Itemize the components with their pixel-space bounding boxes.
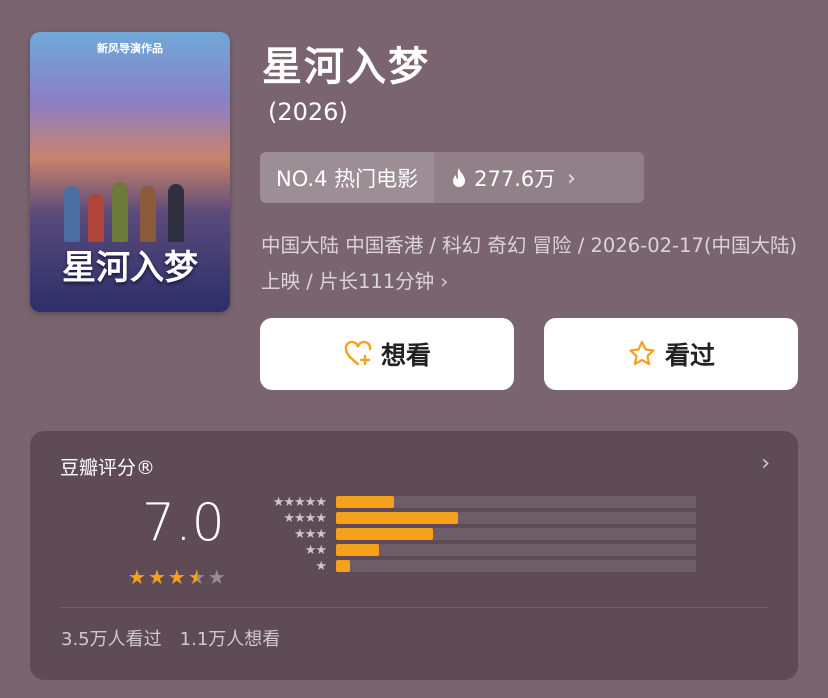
divider <box>60 607 768 608</box>
want-to-watch-button[interactable]: 想看 <box>260 318 514 390</box>
chevron-right-icon: › <box>567 165 576 190</box>
bar-track <box>336 496 696 508</box>
rating-star: ★ <box>128 565 146 589</box>
bar-track <box>336 544 696 556</box>
bar-track <box>336 560 696 572</box>
rating-star: ★ <box>167 565 186 589</box>
rating-bar-row: ★ <box>256 558 696 574</box>
rank-label: NO.4 热门电影 <box>260 152 435 203</box>
movie-title: 星河入梦 <box>262 44 430 90</box>
heat-indicator: 277.6万 › <box>434 163 592 193</box>
meta-text: 中国大陆 中国香港 / 科幻 奇幻 冒险 / 2026-02-17(中国大陆) … <box>261 234 798 293</box>
flame-icon <box>453 167 466 187</box>
poster-tagline: 新风导演作品 <box>97 42 163 55</box>
movie-meta[interactable]: 中国大陆 中国香港 / 科幻 奇幻 冒险 / 2026-02-17(中国大陆) … <box>261 228 801 300</box>
chevron-right-icon: › <box>761 451 770 476</box>
rating-star: ★ <box>207 565 226 589</box>
want-count: 1.1万人想看 <box>179 629 281 650</box>
bar-star-label: ★★ <box>304 542 327 558</box>
rating-stars: ★ ★ ★ ★ ★ <box>128 565 226 589</box>
bar-star-label: ★★★ <box>294 526 327 542</box>
ranking-pill[interactable]: NO.4 热门电影 277.6万 › <box>260 152 644 203</box>
movie-poster[interactable]: 新风导演作品 星河入梦 <box>30 32 230 312</box>
bar-track <box>336 528 696 540</box>
bar-fill <box>336 512 459 524</box>
bar-fill <box>336 560 351 572</box>
rating-card[interactable]: 豆瓣评分® › 7.0 ★ ★ ★ ★ ★ ★★★★★ ★★★★ ★★★ ★★ ★ 3.5万人看… <box>30 431 798 680</box>
rating-score: 7.0 <box>142 493 225 553</box>
movie-year: (2026) <box>268 98 348 126</box>
rating-bar-row: ★★★ <box>256 526 696 542</box>
bar-fill <box>336 544 380 556</box>
heat-value: 277.6万 <box>474 166 556 191</box>
rating-star: ★ <box>187 565 206 589</box>
rating-bar-row: ★★★★ <box>256 510 696 526</box>
watched-button[interactable]: 看过 <box>544 318 798 390</box>
rating-heading: 豆瓣评分® <box>60 457 156 479</box>
bar-star-label: ★★★★ <box>283 510 327 526</box>
rating-bar-row: ★★ <box>256 542 696 558</box>
rating-bar-row: ★★★★★ <box>256 494 696 510</box>
poster-characters <box>60 172 200 242</box>
chevron-right-icon: › <box>440 270 449 293</box>
poster-title: 星河入梦 <box>62 248 198 288</box>
bar-star-label: ★ <box>315 558 327 574</box>
bar-track <box>336 512 696 524</box>
star-icon <box>629 340 655 366</box>
want-label: 想看 <box>380 341 431 370</box>
seen-label: 看过 <box>664 341 715 370</box>
seen-count: 3.5万人看过 <box>61 629 162 650</box>
bar-fill <box>336 496 394 508</box>
bar-fill <box>336 528 434 540</box>
rating-star: ★ <box>147 565 166 589</box>
bar-star-label: ★★★★★ <box>272 494 327 510</box>
rating-footer: 3.5万人看过 1.1万人想看 <box>61 625 280 651</box>
heart-plus-icon <box>344 340 372 366</box>
